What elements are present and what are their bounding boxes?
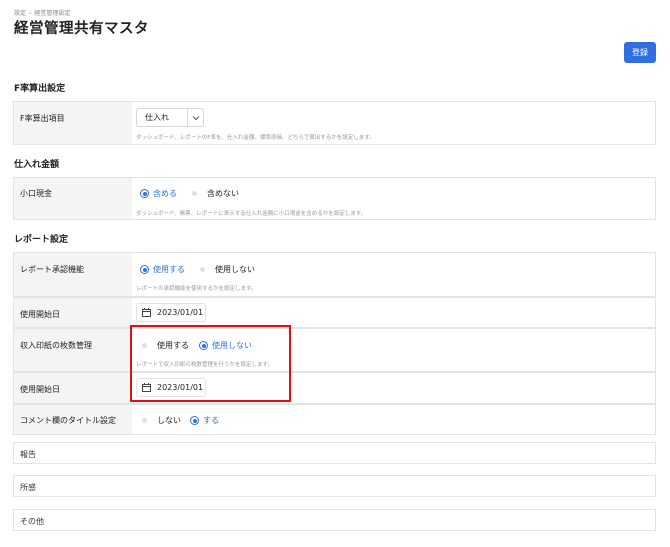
radio-comment-yes[interactable]: する [190,415,219,426]
start-date-label: 使用開始日 [20,310,60,319]
radio-comment-no[interactable]: しない [142,415,181,426]
section-title-f-rate: F率算出設定 [14,84,66,94]
petty-cash-help: ダッシュボード、帳票、レポートに表示する仕入れ金額に小口現金を含めるかを設定しま… [136,211,367,217]
f-rate-select-value: 仕入れ [145,113,169,122]
breadcrumb: 設定 › 経営管理設定 [14,8,70,17]
radio-approval-use[interactable]: 使用する [140,264,185,275]
radio-unchecked-icon [142,418,147,423]
breadcrumb-item-settings[interactable]: 設定 [14,10,26,17]
f-rate-help: ダッシュボード、レポートのF率を、仕入れ金額、標準原価、どちらで算出するかを設定… [136,135,375,141]
radio-checked-icon [140,265,149,274]
comment-title-label: コメント欄のタイトル設定 [20,416,116,425]
breadcrumb-item-management: 経営管理設定 [34,10,71,17]
radio-unchecked-icon [200,267,205,272]
f-rate-row: F率算出項目 仕入れ ダッシュボード、レポートのF率を、仕入れ金額、標準原価、ど… [13,101,656,145]
register-button[interactable]: 登録 [624,42,656,63]
f-rate-select[interactable]: 仕入れ [136,108,204,127]
chevron-down-icon [187,109,203,126]
radio-unchecked-icon [192,191,197,196]
report-approval-row: レポート承認機能 使用する 使用しない レポートの承認機能を使用するかを設定しま… [13,252,656,297]
comment-title-row: コメント欄のタイトル設定 しない する [13,404,656,435]
start-date-row: 使用開始日 2023/01/01 [13,297,656,328]
section-title-purchase: 仕入れ金額 [14,160,60,170]
start-date2-label: 使用開始日 [20,385,60,394]
radio-include[interactable]: 含める [140,188,177,199]
comment-title-input-3[interactable]: その他 [13,509,656,531]
breadcrumb-separator: › [29,10,32,17]
radio-exclude[interactable]: 含めない [192,188,239,199]
stamp-row: 収入印紙の枚数管理 使用する 使用しない レポートで収入印紙の枚数管理を行うかを… [13,328,656,372]
report-approval-label: レポート承認機能 [20,265,84,274]
radio-checked-icon [190,416,199,425]
stamp-label: 収入印紙の枚数管理 [20,341,92,350]
report-approval-help: レポートの承認機能を使用するかを設定します。 [136,286,257,292]
highlight-box [130,325,291,402]
start-date2-row: 使用開始日 2023/01/01 [13,372,656,404]
petty-cash-row: 小口現金 含める 含めない ダッシュボード、帳票、レポートに表示する仕入れ金額に… [13,177,656,220]
comment-title-input-1[interactable]: 報告 [13,442,656,464]
page-title: 経営管理共有マスタ [14,21,149,37]
start-date-picker[interactable]: 2023/01/01 [136,303,206,322]
radio-checked-icon [140,189,149,198]
comment-title-input-2[interactable]: 所感 [13,475,656,497]
start-date-value: 2023/01/01 [157,308,204,317]
radio-approval-nouse[interactable]: 使用しない [200,264,255,275]
f-rate-label: F率算出項目 [20,114,65,123]
petty-cash-label: 小口現金 [20,189,52,198]
calendar-icon [137,308,155,317]
section-title-report: レポート設定 [14,235,69,245]
